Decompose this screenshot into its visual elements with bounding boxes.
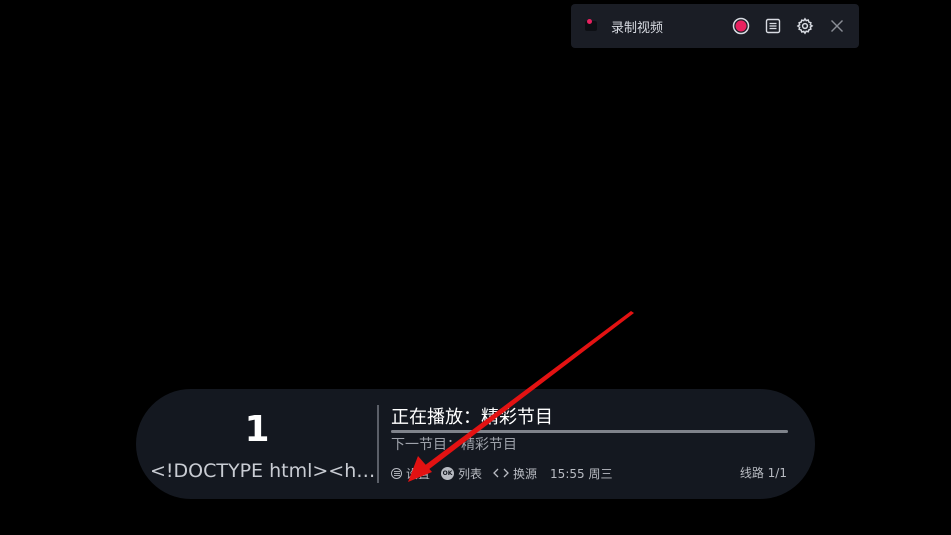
clock: 15:55 周三 bbox=[550, 466, 613, 481]
record-icon bbox=[732, 17, 750, 35]
settings-button[interactable] bbox=[795, 16, 815, 36]
key-hints: 设置 OK 列表 换源 15:55 周三 bbox=[391, 464, 623, 482]
close-button[interactable] bbox=[827, 16, 847, 36]
hint-settings[interactable]: 设置 bbox=[391, 465, 430, 482]
hint-settings-label: 设置 bbox=[406, 466, 431, 481]
next-program: 下一节目：精彩节目 bbox=[391, 437, 517, 453]
channel-number: 1 bbox=[244, 409, 270, 450]
program-progress-fill bbox=[391, 430, 788, 433]
channel-name: <!DOCTYPE html><html><head><title> bbox=[150, 460, 376, 482]
list-icon bbox=[765, 18, 781, 34]
program-progress bbox=[391, 430, 788, 433]
channel-block: 1 <!DOCTYPE html><html><head><title> bbox=[136, 389, 378, 499]
player-screen: 录制视频 1 <!DOCTYPE html><ht 正在播放：精彩节目 下一节目… bbox=[0, 0, 951, 535]
recording-toolbar: 录制视频 bbox=[571, 4, 859, 48]
channel-info-bar: 1 <!DOCTYPE html><html><head><title> 正在播… bbox=[136, 389, 815, 499]
record-button[interactable] bbox=[731, 16, 751, 36]
close-icon bbox=[831, 20, 843, 32]
gear-icon bbox=[796, 17, 814, 35]
divider bbox=[377, 405, 379, 483]
hint-list-label: 列表 bbox=[458, 466, 483, 481]
ok-key-icon: OK bbox=[441, 466, 455, 480]
left-right-arrows-icon bbox=[493, 468, 509, 478]
hint-list[interactable]: OK 列表 bbox=[441, 465, 482, 482]
line-info: 线路 1/1 bbox=[739, 466, 787, 480]
list-button[interactable] bbox=[763, 16, 783, 36]
hint-switch-source[interactable]: 换源 bbox=[493, 465, 537, 482]
menu-key-icon bbox=[391, 467, 402, 479]
recording-title: 录制视频 bbox=[611, 20, 664, 36]
hint-switch-source-label: 换源 bbox=[513, 466, 538, 481]
now-playing: 正在播放：精彩节目 bbox=[391, 407, 553, 428]
camera-record-icon bbox=[585, 19, 601, 33]
